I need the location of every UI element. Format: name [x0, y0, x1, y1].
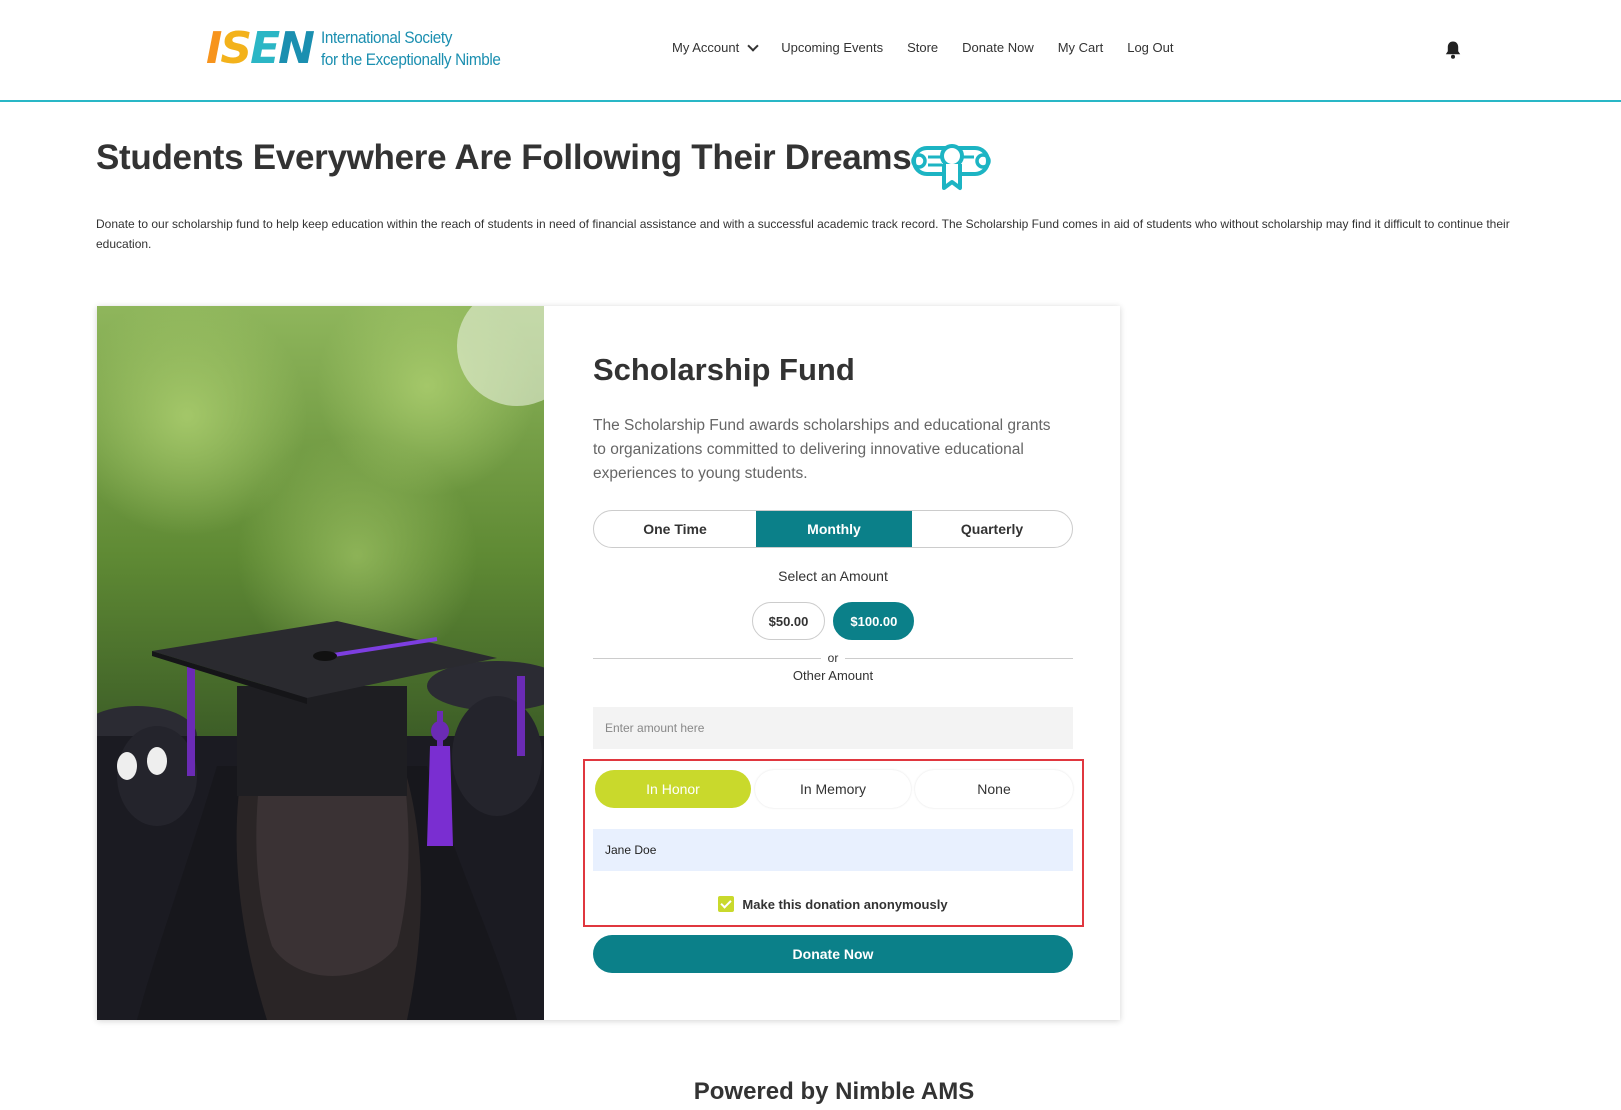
- chevron-down-icon: [747, 39, 759, 52]
- logo-letter: S: [220, 23, 252, 74]
- tribute-in-memory[interactable]: In Memory: [755, 770, 911, 808]
- select-amount-label: Select an Amount: [778, 568, 888, 584]
- graduation-photo-art: [97, 306, 544, 1020]
- nav-label: My Cart: [1057, 40, 1104, 55]
- nav-log-out[interactable]: Log Out: [1127, 40, 1173, 55]
- logo-letter: I: [206, 23, 222, 74]
- nav-label: Upcoming Events: [781, 40, 884, 55]
- tribute-none[interactable]: None: [915, 770, 1073, 808]
- nav-my-cart[interactable]: My Cart: [1058, 40, 1104, 55]
- fund-title: Scholarship Fund: [593, 352, 855, 387]
- donation-card: Scholarship Fund The Scholarship Fund aw…: [97, 306, 1120, 1020]
- nav-label: Store: [907, 40, 939, 55]
- logo-line-1: International Society: [320, 28, 453, 47]
- frequency-quarterly[interactable]: Quarterly: [912, 511, 1072, 547]
- donation-form: Scholarship Fund The Scholarship Fund aw…: [583, 306, 1084, 1020]
- honoree-name-input[interactable]: [593, 829, 1073, 871]
- logo-mark: ISEN: [206, 23, 315, 74]
- anonymous-checkbox[interactable]: [718, 896, 735, 912]
- nav-my-account[interactable]: My Account: [672, 39, 759, 55]
- nav-donate-now[interactable]: Donate Now: [962, 40, 1034, 55]
- nav-label: Log Out: [1127, 40, 1174, 55]
- tribute-in-honor[interactable]: In Honor: [595, 770, 751, 808]
- logo-text: International Society for the Exceptiona…: [321, 27, 501, 71]
- logo-letter: E: [250, 23, 280, 74]
- bell-icon[interactable]: [1444, 40, 1462, 60]
- main-nav: My Account Upcoming Events Store Donate …: [672, 39, 1173, 55]
- graduation-photo: [97, 306, 544, 1020]
- anonymous-label: Make this donation anonymously: [742, 896, 948, 912]
- amount-options: $50.00 $100.00: [593, 602, 1073, 640]
- nav-upcoming-events[interactable]: Upcoming Events: [781, 40, 883, 55]
- logo-line-2: for the Exceptionally Nimble: [320, 50, 501, 69]
- frequency-toggle: One Time Monthly Quarterly: [593, 510, 1073, 548]
- or-divider: or: [593, 651, 1073, 667]
- amount-100-button[interactable]: $100.00: [833, 602, 915, 640]
- divider-line: [845, 658, 1073, 659]
- page-title: Students Everywhere Are Following Their …: [96, 138, 912, 177]
- logo-letter: N: [278, 23, 315, 74]
- frequency-one-time[interactable]: One Time: [594, 511, 756, 547]
- diploma-icon: [911, 144, 991, 190]
- powered-by-footer: Powered by Nimble AMS: [693, 1078, 975, 1105]
- tribute-toggle: In Honor In Memory None: [595, 770, 1073, 808]
- fund-description: The Scholarship Fund awards scholarships…: [593, 417, 1051, 482]
- nav-store[interactable]: Store: [907, 40, 938, 55]
- other-amount-label: Other Amount: [792, 668, 874, 683]
- other-amount-input[interactable]: [593, 707, 1073, 749]
- site-header: ISEN International Society for the Excep…: [0, 0, 1621, 102]
- donate-now-button[interactable]: Donate Now: [593, 935, 1073, 973]
- anonymous-option: Make this donation anonymously: [593, 896, 1073, 912]
- site-logo[interactable]: ISEN International Society for the Excep…: [206, 26, 520, 72]
- intro-text: Donate to our scholarship fund to help k…: [96, 217, 1510, 251]
- nav-label: Donate Now: [962, 40, 1034, 55]
- frequency-monthly[interactable]: Monthly: [756, 511, 912, 547]
- nav-label: My Account: [672, 40, 740, 55]
- amount-50-button[interactable]: $50.00: [751, 602, 826, 640]
